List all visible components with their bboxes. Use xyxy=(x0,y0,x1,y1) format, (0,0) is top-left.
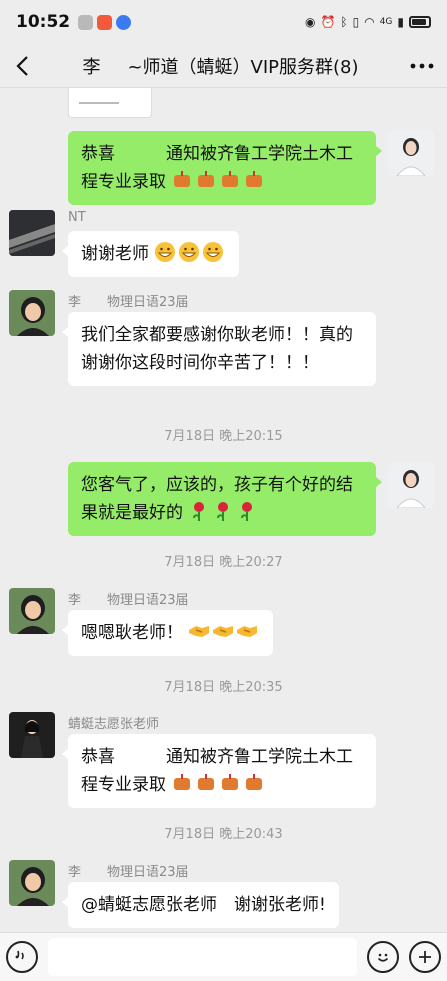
avatar-teacher-image xyxy=(9,712,55,758)
avatar-contact[interactable] xyxy=(9,210,55,256)
handshake-emoji-icon xyxy=(237,626,258,637)
alarm-icon: ⏰ xyxy=(320,15,336,29)
sender-name: 蜻蜓志愿张老师 xyxy=(68,717,160,732)
message-bubble[interactable]: 嗯嗯耿老师！ xyxy=(61,610,274,656)
rose-emoji-icon xyxy=(193,502,205,521)
status-bar: 10:52 ◉ ⏰ ᛒ ▯ ◠ 4G ▮ xyxy=(0,0,447,44)
preview-line xyxy=(79,102,119,104)
message-input[interactable] xyxy=(48,938,357,976)
message-text: @蜻蜓志愿张老师 谢谢张老师! xyxy=(81,895,326,915)
chat-header: 李 ~师道（蜻蜓）VIP服务群(8) xyxy=(0,44,447,88)
avatar-self-image xyxy=(388,130,434,176)
notification-icon xyxy=(78,14,94,30)
handshake-emoji-icon xyxy=(213,626,234,637)
eye-icon: ◉ xyxy=(304,15,316,29)
firecracker-emoji-icon xyxy=(174,774,191,790)
image-message-preview[interactable] xyxy=(68,88,152,118)
message-bubble[interactable]: 恭喜 通知被齐鲁工学院土木工程专业录取 xyxy=(62,734,376,808)
message-text: 谢谢老师 xyxy=(81,244,149,264)
avatar-contact[interactable] xyxy=(9,290,55,336)
more-button[interactable] xyxy=(397,44,447,88)
avatar-self-image xyxy=(388,462,434,508)
signal-icon: ▮ xyxy=(397,15,404,29)
firecracker-emoji-icon xyxy=(246,171,263,187)
status-time: 10:52 xyxy=(16,12,71,32)
timestamp: 7月18日 晚上20:27 xyxy=(164,555,283,570)
chevron-left-icon xyxy=(16,55,28,76)
app-notification-icon xyxy=(97,14,113,30)
timestamp: 7月18日 晚上20:35 xyxy=(164,680,283,695)
sender-name: 李 物理日语23届 xyxy=(68,593,189,608)
timestamp: 7月18日 晚上20:15 xyxy=(164,429,283,444)
bluetooth-icon: ᛒ xyxy=(340,15,348,29)
message-bubble[interactable]: 我们全家都要感谢你耿老师！！真的谢谢你这段时间你辛苦了！！！ xyxy=(62,312,376,386)
message-bubble[interactable]: 恭喜 通知被齐鲁工学院土木工程专业录取 xyxy=(68,131,382,205)
grin-emoji-icon xyxy=(155,242,176,262)
timestamp: 7月18日 晚上20:43 xyxy=(164,827,283,842)
message-bubble[interactable]: @蜻蜓志愿张老师 谢谢张老师! xyxy=(62,882,339,928)
chat-title: 李 ~师道（蜻蜓）VIP服务群(8) xyxy=(82,56,359,78)
firecracker-emoji-icon xyxy=(174,171,191,187)
app-notification-icon-2 xyxy=(116,14,132,30)
handshake-emoji-icon xyxy=(189,626,210,637)
message-text: 嗯嗯耿老师！ xyxy=(81,623,183,643)
more-dots-icon xyxy=(410,63,434,68)
sender-name: 李 物理日语23届 xyxy=(68,865,189,880)
add-button[interactable] xyxy=(409,941,441,973)
avatar-self[interactable] xyxy=(388,130,434,176)
avatar-contact-image xyxy=(9,290,55,336)
avatar-contact-image xyxy=(9,860,55,906)
firecracker-emoji-icon xyxy=(222,171,239,187)
avatar-self[interactable] xyxy=(388,462,434,508)
emoji-icon xyxy=(377,953,389,962)
input-bar xyxy=(0,932,447,981)
voice-button[interactable] xyxy=(6,941,38,973)
avatar-contact[interactable] xyxy=(9,588,55,634)
avatar-teacher[interactable] xyxy=(9,712,55,758)
voice-icon xyxy=(15,950,24,960)
emoji-button[interactable] xyxy=(367,941,399,973)
message-bubble[interactable]: 谢谢老师 xyxy=(61,231,240,277)
avatar-contact[interactable] xyxy=(9,860,55,906)
network-label: 4G xyxy=(379,17,393,27)
sender-name: NT xyxy=(68,210,86,225)
firecracker-emoji-icon xyxy=(222,774,239,790)
avatar-contact-image xyxy=(9,588,55,634)
message-text: 我们全家都要感谢你耿老师！！真的谢谢你这段时间你辛苦了！！！ xyxy=(81,325,353,373)
sender-name: 李 物理日语23届 xyxy=(68,295,189,310)
firecracker-emoji-icon xyxy=(198,774,215,790)
back-button[interactable] xyxy=(0,44,44,88)
grin-emoji-icon xyxy=(179,242,200,262)
message-bubble[interactable]: 您客气了，应该的，孩子有个好的结果就是最好的 xyxy=(68,462,382,536)
firecracker-emoji-icon xyxy=(246,774,263,790)
emoji-row xyxy=(171,171,267,192)
grin-emoji-icon xyxy=(203,242,224,262)
plus-icon xyxy=(419,951,431,963)
wifi-icon: ◠ xyxy=(364,15,375,29)
rose-emoji-icon xyxy=(241,502,253,521)
battery-icon xyxy=(409,16,431,28)
firecracker-emoji-icon xyxy=(198,171,215,187)
vibrate-icon: ▯ xyxy=(352,15,360,29)
rose-emoji-icon xyxy=(217,502,229,521)
avatar-contact-image xyxy=(9,210,55,256)
